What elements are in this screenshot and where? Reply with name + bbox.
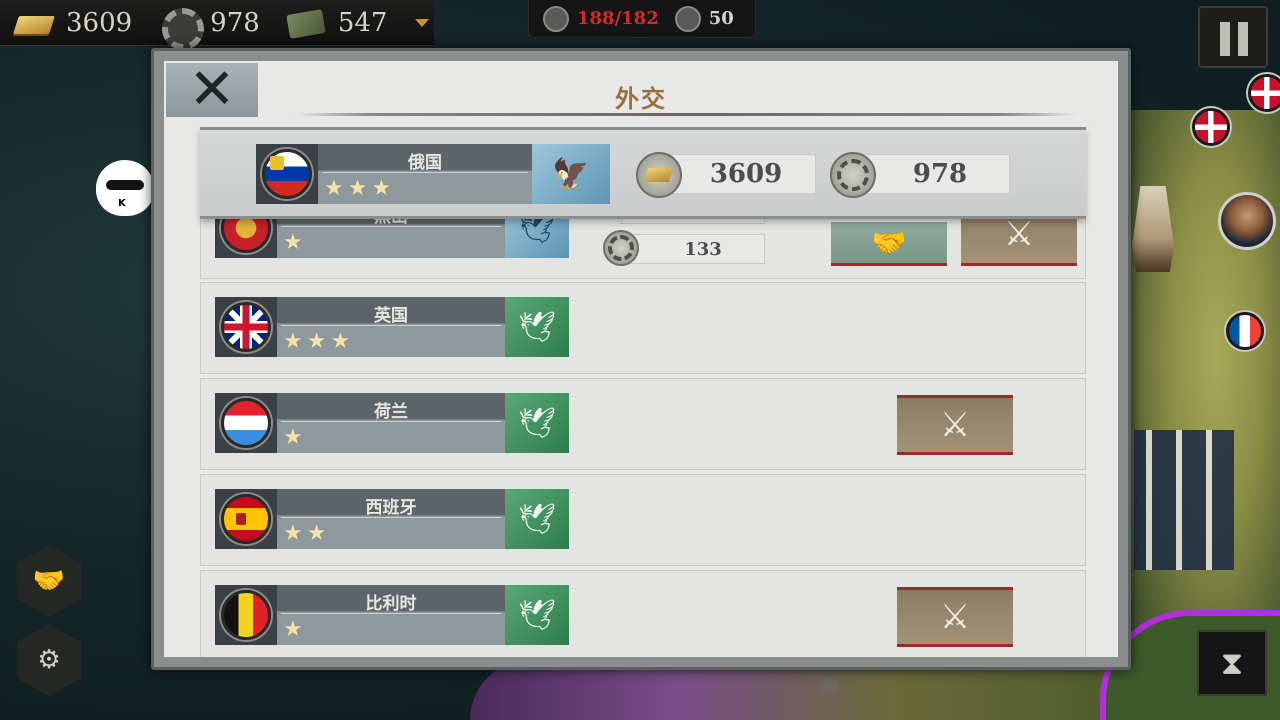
star-rating: ★: [283, 232, 303, 254]
resource-bar: 3609 978 547: [0, 0, 434, 50]
general-portrait[interactable]: [1218, 192, 1276, 250]
denmark-flag-icon[interactable]: [1248, 74, 1280, 112]
nation-name: 荷兰: [374, 402, 408, 422]
star-icon: ★: [306, 521, 327, 546]
gear-icon: [603, 230, 639, 266]
star-icon: ★: [347, 176, 368, 201]
nation-row: 荷兰 ★ 🕊 ⚔: [200, 378, 1086, 470]
nation-list[interactable]: 黑山 ★ 🕊 133 🤝 ⚔ 英国 ★ ★ ★ 🕊 荷兰 ★ 🕊 ⚔ 西班牙 ★…: [200, 211, 1086, 657]
dialog-title: 外交: [615, 84, 667, 113]
nation-name: 英国: [374, 306, 408, 326]
gold-bar-icon: [12, 6, 56, 40]
star-rating: ★ ★: [283, 523, 326, 545]
peace-dove-icon: 🕊: [505, 393, 569, 453]
star-icon: ★: [283, 230, 303, 255]
star-icon: ★: [330, 329, 351, 354]
turn-value: 50: [708, 8, 734, 29]
nation-plate[interactable]: 荷兰 ★ 🕊: [215, 393, 569, 453]
star-rating: ★: [283, 619, 303, 641]
industry-cost: 133: [684, 238, 722, 260]
nation-row: 黑山 ★ 🕊 133 🤝 ⚔: [200, 211, 1086, 279]
dialog-body: ✕ 外交 黑山 ★ 🕊 133 🤝 ⚔ 英国 ★ ★ ★ 🕊 荷兰 ★ 🕊 ⚔ …: [164, 61, 1118, 657]
population-icon: [543, 5, 569, 32]
title-divider: [294, 113, 1078, 116]
star-icon: ★: [283, 521, 303, 546]
peace-dove-icon: 🕊: [505, 585, 569, 645]
infantry-unit[interactable]: [1134, 430, 1234, 570]
pause-button[interactable]: [1198, 6, 1268, 68]
peace-dove-icon: 🕊: [505, 489, 569, 549]
star-icon: ★: [306, 329, 327, 354]
nation-row: 西班牙 ★ ★ 🕊: [200, 474, 1086, 566]
netherlands-flag-icon: [221, 398, 271, 448]
player-nation-name: 俄国: [408, 153, 442, 173]
nation-plate[interactable]: 比利时 ★ 🕊: [215, 585, 569, 645]
gear-icon: [830, 152, 876, 198]
diplomacy-dialog: ✕ 外交 黑山 ★ 🕊 133 🤝 ⚔ 英国 ★ ★ ★ 🕊 荷兰 ★ 🕊 ⚔ …: [151, 48, 1131, 670]
star-rating: ★: [283, 427, 303, 449]
nation-row: 比利时 ★ 🕊 ⚔: [200, 570, 1086, 657]
resource-dropdown-icon[interactable]: [415, 18, 430, 27]
france-flag-icon[interactable]: [1226, 312, 1264, 350]
player-nation-card: 俄国 ★ ★ ★ 🦅 3609 978: [200, 127, 1086, 219]
gear-icon: [156, 6, 205, 50]
star-icon: ★: [283, 425, 303, 450]
industry-resource: 978: [156, 6, 260, 50]
industry-value: 978: [210, 7, 260, 38]
star-rating: ★ ★ ★: [324, 178, 391, 200]
star-icon: ★: [283, 329, 303, 354]
bricks-icon[interactable]: ▦: [806, 672, 852, 700]
peace-dove-icon: 🕊: [505, 297, 569, 357]
alliance-button[interactable]: 🤝: [831, 222, 947, 266]
uk-flag-icon: [221, 302, 271, 352]
industry-cost-box: 133: [621, 234, 765, 264]
star-icon: ★: [371, 176, 392, 201]
status-panel: 188/182 50: [528, 0, 756, 38]
spain-flag-icon: [221, 494, 271, 544]
star-icon: ★: [283, 617, 303, 642]
supply-value: 547: [337, 7, 388, 38]
supply-resource: 547: [284, 6, 388, 40]
nation-name: 西班牙: [365, 498, 417, 518]
declare-war-button[interactable]: ⚔: [897, 587, 1013, 647]
turn-icon: [674, 5, 701, 32]
declare-war-button[interactable]: ⚔: [897, 395, 1013, 455]
belgium-flag-icon: [221, 590, 271, 640]
gold-bar-icon: [636, 152, 682, 198]
eagle-icon: 🦅: [532, 144, 610, 204]
diplomacy-handshake-button[interactable]: 🤝: [17, 545, 81, 617]
star-icon: ★: [324, 176, 344, 201]
end-turn-hourglass-button[interactable]: ⧗: [1197, 630, 1267, 696]
nation-plate[interactable]: 英国 ★ ★ ★ 🕊: [215, 297, 569, 357]
gold-value: 3609: [66, 7, 133, 38]
declare-war-button[interactable]: ⚔: [961, 211, 1077, 266]
russia-flag-icon: [262, 149, 312, 199]
population-value: 188/182: [577, 8, 659, 29]
mascot-logo: K: [96, 160, 154, 216]
nation-row: 英国 ★ ★ ★ 🕊: [200, 282, 1086, 374]
denmark-flag-icon[interactable]: [1192, 108, 1230, 146]
star-rating: ★ ★ ★: [283, 331, 350, 353]
gold-resource: 3609: [12, 6, 132, 40]
build-tools-button[interactable]: ⚙: [17, 624, 81, 696]
player-plate: 俄国 ★ ★ ★ 🦅: [256, 144, 610, 204]
nation-name: 比利时: [365, 594, 417, 614]
supply-icon: [284, 6, 328, 40]
nation-plate[interactable]: 西班牙 ★ ★ 🕊: [215, 489, 569, 549]
